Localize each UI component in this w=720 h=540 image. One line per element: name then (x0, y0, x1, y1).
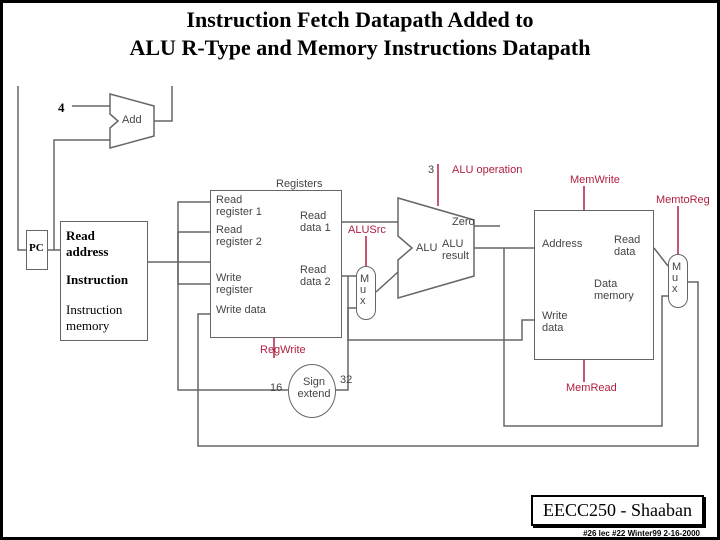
memtoreg-label: MemtoReg (656, 194, 710, 206)
datapath-diagram: PC 4 Add Read address Instruction Instru… (14, 86, 706, 466)
alu-label: ALU (416, 242, 437, 254)
rd1-label: Read data 1 (300, 210, 340, 234)
registers-label: Registers (276, 178, 322, 190)
signext-label: Sign extend (296, 376, 332, 400)
mux2-label: M u x (672, 262, 684, 295)
wd-label: Write data (216, 304, 276, 316)
se-in-label: 16 (270, 382, 282, 394)
wr-label: Write register (216, 272, 276, 296)
rr1-label: Read register 1 (216, 194, 276, 218)
imem-name-label: Instruction memory (66, 302, 146, 334)
regwrite-label: RegWrite (260, 344, 306, 356)
zero-label: Zero (452, 216, 475, 228)
alusrc-label: ALUSrc (348, 224, 386, 236)
dmem-addr-label: Address (542, 238, 582, 250)
memwrite-label: MemWrite (570, 174, 620, 186)
memread-label: MemRead (566, 382, 617, 394)
rr2-label: Read register 2 (216, 224, 276, 248)
alu-result-label: ALU result (442, 238, 476, 262)
add-label: Add (122, 114, 142, 126)
imem-addr-label: Read address (66, 228, 126, 260)
dmem-name-label: Data memory (594, 278, 644, 302)
slide-footer: EECC250 - Shaaban (531, 495, 704, 526)
dmem-wd-label: Write data (542, 310, 582, 334)
pc-label: PC (29, 242, 44, 254)
imem-instr-label: Instruction (66, 272, 128, 288)
se-out-label: 32 (340, 374, 352, 386)
const-4-label: 4 (58, 100, 65, 116)
rd2-label: Read data 2 (300, 264, 340, 288)
slide-meta: #26 lec #22 Winter99 2-16-2000 (583, 529, 700, 538)
dmem-rd-label: Read data (614, 234, 650, 258)
aluop-label: ALU operation (452, 164, 522, 176)
aluop-width-label: 3 (428, 164, 434, 176)
mux1-label: M u x (360, 274, 372, 307)
